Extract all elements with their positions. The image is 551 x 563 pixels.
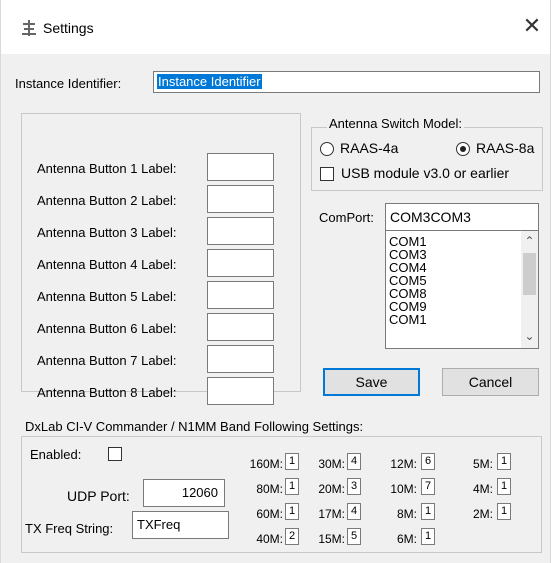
antenna-button-6-label: Antenna Button 6 Label:: [37, 321, 177, 336]
comport-input[interactable]: COM3COM3: [385, 203, 539, 231]
list-item[interactable]: COM1: [389, 313, 427, 326]
scroll-up-icon[interactable]: ⌃: [521, 235, 538, 247]
comport-label: ComPort:: [319, 210, 374, 225]
settings-window: Settings ✕ Instance Identifier: Instance…: [0, 0, 551, 563]
band-40m-input[interactable]: 2: [285, 528, 299, 545]
save-button[interactable]: Save: [323, 368, 420, 396]
band-80m-input[interactable]: 1: [285, 478, 299, 495]
switch-model-title: Antenna Switch Model:: [327, 116, 464, 131]
antenna-button-1-label: Antenna Button 1 Label:: [37, 161, 177, 176]
enabled-checkbox[interactable]: [108, 447, 122, 461]
band-12m-label: 12M:: [390, 457, 417, 471]
udp-port-input[interactable]: 12060: [143, 479, 225, 507]
band-40m-label: 40M:: [256, 532, 283, 546]
usb-module-checkbox[interactable]: [320, 167, 334, 181]
antenna-button-7-input[interactable]: [207, 345, 274, 373]
band-15m-label: 15M:: [318, 532, 345, 546]
window-title: Settings: [43, 20, 94, 36]
band-6m-input[interactable]: 1: [421, 528, 435, 545]
scrollbar-thumb[interactable]: [523, 253, 536, 295]
band-12m-input[interactable]: 6: [421, 453, 435, 470]
antenna-button-3-label: Antenna Button 3 Label:: [37, 225, 177, 240]
instance-identifier-label: Instance Identifier:: [15, 76, 122, 91]
band-4m-input[interactable]: 1: [497, 478, 511, 495]
band-20m-label: 20M:: [318, 482, 345, 496]
band-160m-label: 160M:: [249, 457, 283, 471]
antenna-button-3-input[interactable]: [207, 217, 274, 245]
antenna-button-8-input[interactable]: [207, 377, 274, 405]
band-30m-input[interactable]: 4: [347, 453, 361, 470]
tx-freq-string-input[interactable]: TXFreq: [132, 511, 229, 539]
raas-4a-label[interactable]: RAAS-4a: [340, 140, 398, 156]
udp-port-label: UDP Port:: [67, 488, 130, 504]
switch-model-group: [311, 127, 543, 191]
antenna-button-2-label: Antenna Button 2 Label:: [37, 193, 177, 208]
band-10m-input[interactable]: 7: [421, 478, 435, 495]
antenna-button-2-input[interactable]: [207, 185, 274, 213]
band-following-title: DxLab CI-V Commander / N1MM Band Followi…: [23, 419, 366, 434]
band-8m-label: 8M:: [396, 507, 417, 521]
band-2m-input[interactable]: 1: [497, 503, 511, 520]
band-60m-input[interactable]: 1: [285, 503, 299, 520]
raas-8a-radio[interactable]: [456, 142, 470, 156]
antenna-button-4-input[interactable]: [207, 249, 274, 277]
settings-app-icon: [22, 20, 36, 36]
band-160m-input[interactable]: 1: [285, 453, 299, 470]
band-4m-label: 4M:: [472, 482, 493, 496]
band-2m-label: 2M:: [472, 507, 493, 521]
raas-4a-radio[interactable]: [320, 142, 334, 156]
band-20m-input[interactable]: 3: [347, 478, 361, 495]
band-60m-label: 60M:: [256, 507, 283, 521]
title-bar: Settings ✕: [1, 0, 550, 54]
comport-list[interactable]: COM1 COM3 COM4 COM5 COM8 COM9 COM1 ⌃ ⌄: [385, 230, 539, 349]
scroll-down-icon[interactable]: ⌄: [521, 330, 538, 342]
band-30m-label: 30M:: [318, 457, 345, 471]
band-10m-label: 10M:: [390, 482, 417, 496]
instance-identifier-value: Instance Identifier: [157, 74, 262, 89]
antenna-button-6-input[interactable]: [207, 313, 274, 341]
antenna-button-5-label: Antenna Button 5 Label:: [37, 289, 177, 304]
cancel-button[interactable]: Cancel: [442, 368, 539, 396]
tx-freq-string-label: TX Freq String:: [25, 521, 114, 536]
enabled-label: Enabled:: [30, 447, 82, 462]
band-5m-input[interactable]: 1: [497, 453, 511, 470]
usb-module-label[interactable]: USB module v3.0 or earlier: [341, 165, 509, 181]
band-15m-input[interactable]: 5: [347, 528, 361, 545]
band-80m-label: 80M:: [256, 482, 283, 496]
antenna-button-8-label: Antenna Button 8 Label:: [37, 385, 177, 400]
band-6m-label: 6M:: [396, 532, 417, 546]
antenna-button-1-input[interactable]: [207, 153, 274, 181]
antenna-button-4-label: Antenna Button 4 Label:: [37, 257, 177, 272]
raas-8a-label[interactable]: RAAS-8a: [476, 140, 534, 156]
antenna-button-7-label: Antenna Button 7 Label:: [37, 353, 177, 368]
band-17m-input[interactable]: 4: [347, 503, 361, 520]
band-8m-input[interactable]: 1: [421, 503, 435, 520]
settings-form: Instance Identifier: Instance Identifier…: [15, 55, 547, 563]
instance-identifier-input[interactable]: Instance Identifier: [153, 71, 540, 93]
band-17m-label: 17M:: [318, 507, 345, 521]
band-5m-label: 5M:: [472, 457, 493, 471]
comport-scrollbar[interactable]: ⌃ ⌄: [521, 231, 538, 348]
close-icon[interactable]: ✕: [519, 13, 545, 39]
antenna-button-5-input[interactable]: [207, 281, 274, 309]
